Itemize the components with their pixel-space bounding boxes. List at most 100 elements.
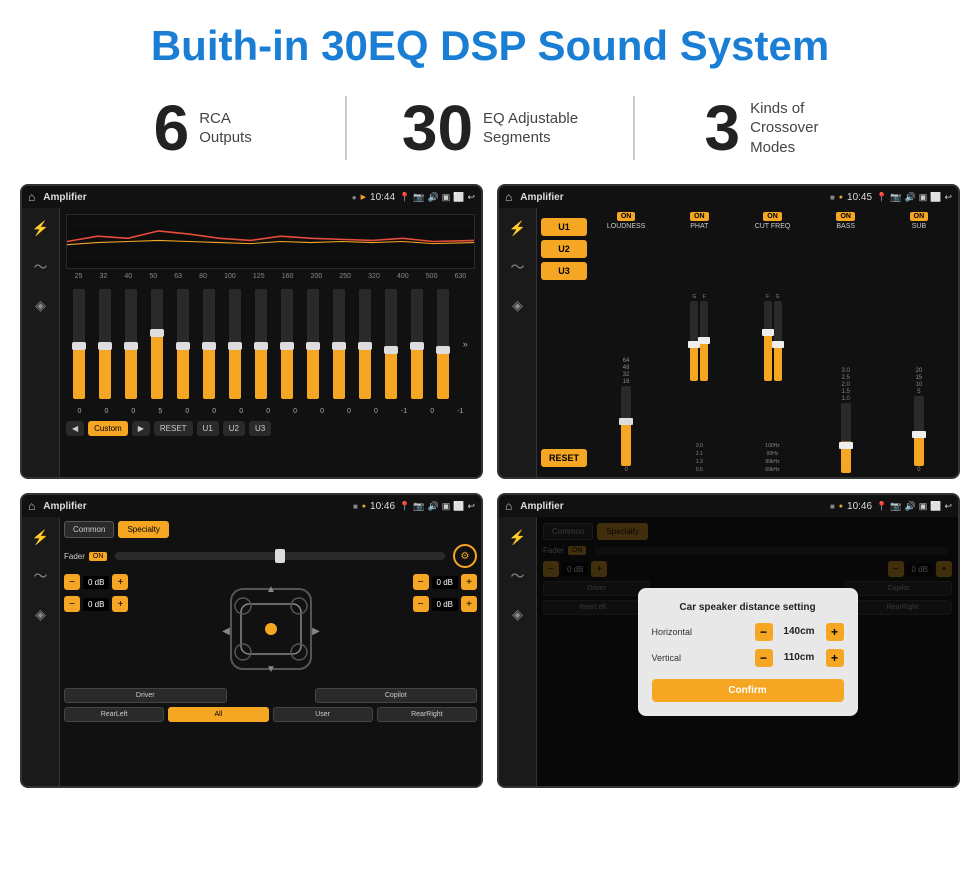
cutfreq-track-f[interactable] <box>764 301 772 381</box>
eq-freq-labels: 253240 506380 100125160 200250320 400500… <box>66 273 475 280</box>
rearright-btn[interactable]: RearRight <box>377 707 477 722</box>
copilot-btn[interactable]: Copilot <box>315 688 478 703</box>
eq-slider-1[interactable] <box>99 289 111 399</box>
db-plus-0[interactable]: + <box>112 574 128 590</box>
expand-icon[interactable]: » <box>463 339 468 349</box>
eq-slider-0[interactable] <box>73 289 85 399</box>
eq-slider-4[interactable] <box>177 289 189 399</box>
cx-speaker-icon[interactable]: ◈ <box>508 293 527 318</box>
eq-u1-btn[interactable]: U1 <box>197 421 219 436</box>
phat-on: ON <box>690 212 709 221</box>
channel-columns: ON LOUDNESS 64 48 32 16 0 <box>591 212 954 473</box>
all-btn[interactable]: All <box>168 707 268 722</box>
eq-slider-13[interactable] <box>411 289 423 399</box>
eq-slider-14[interactable] <box>437 289 449 399</box>
eq-filter-icon[interactable]: ⚡ <box>28 216 53 241</box>
eq-slider-3[interactable] <box>151 289 163 399</box>
rearleft-btn[interactable]: RearLeft <box>64 707 164 722</box>
db-minus-0[interactable]: − <box>64 574 80 590</box>
eq-u2-btn[interactable]: U2 <box>223 421 245 436</box>
eq-slider-6[interactable] <box>229 289 241 399</box>
speaker-tabs: Common Specialty <box>64 521 477 538</box>
eq-dot1: ● <box>352 193 357 202</box>
location-icon: 📍 <box>399 192 410 203</box>
db-value-3: 0 dB <box>432 598 458 611</box>
phat-track-g[interactable] <box>690 301 698 381</box>
db-value-0: 0 dB <box>83 576 109 589</box>
sp-speaker-icon[interactable]: ◈ <box>31 602 50 627</box>
dlg-wave-icon[interactable]: 〜 <box>507 562 529 590</box>
sp-loc-icon: 📍 <box>399 501 410 512</box>
cx-loc-icon: 📍 <box>876 192 887 203</box>
dlg-filter-icon[interactable]: ⚡ <box>505 525 530 550</box>
common-tab[interactable]: Common <box>64 521 114 538</box>
fader-track[interactable] <box>115 552 445 560</box>
eq-slider-11[interactable] <box>359 289 371 399</box>
eq-prev-btn[interactable]: ◀ <box>66 421 84 436</box>
eq-reset-btn[interactable]: RESET <box>154 421 193 436</box>
cx-scr-icon: ▣ <box>919 192 928 203</box>
eq-slider-7[interactable] <box>255 289 267 399</box>
fader-on: ON <box>89 552 108 561</box>
dialog-sidebar: ⚡ 〜 ◈ <box>499 517 537 786</box>
eq-wave-icon[interactable]: 〜 <box>30 253 52 281</box>
stat-label-rca-2: Outputs <box>199 128 252 148</box>
u3-btn[interactable]: U3 <box>541 262 587 280</box>
db-plus-1[interactable]: + <box>112 596 128 612</box>
user-btn[interactable]: User <box>273 707 373 722</box>
eq-values: 000 500 000 000 -10-1 <box>66 408 475 415</box>
u1-btn[interactable]: U1 <box>541 218 587 236</box>
crossover-app-name: Amplifier <box>520 192 826 203</box>
eq-slider-8[interactable] <box>281 289 293 399</box>
eq-speaker-icon[interactable]: ◈ <box>31 293 50 318</box>
cx-reset-btn[interactable]: RESET <box>541 449 587 467</box>
db-minus-2[interactable]: − <box>413 574 429 590</box>
dlg-speaker-icon[interactable]: ◈ <box>508 602 527 627</box>
db-minus-1[interactable]: − <box>64 596 80 612</box>
cx-wave-icon[interactable]: 〜 <box>507 253 529 281</box>
settings-icon[interactable]: ⚙ <box>453 544 477 568</box>
eq-play-btn[interactable]: ▶ <box>132 421 150 436</box>
eq-status-icons: 📍 📷 🔊 ▣ ⬜ ↩ <box>399 192 475 203</box>
dialog-layout: ⚡ 〜 ◈ Common Specialty Fader ON <box>499 517 958 786</box>
loudness-track[interactable] <box>621 386 631 466</box>
db-plus-2[interactable]: + <box>461 574 477 590</box>
speaker-bottom-buttons: Driver Copilot <box>64 688 477 703</box>
vertical-plus[interactable]: + <box>826 649 844 667</box>
specialty-tab[interactable]: Specialty <box>118 521 168 538</box>
bass-track[interactable] <box>841 403 851 473</box>
home-icon: ⌂ <box>28 190 35 204</box>
db-plus-3[interactable]: + <box>461 596 477 612</box>
sp-vol-icon: 🔊 <box>428 501 439 512</box>
dialog-app-name: Amplifier <box>520 501 826 512</box>
eq-play-icon: ▶ <box>361 193 366 201</box>
driver-btn[interactable]: Driver <box>64 688 227 703</box>
confirm-button[interactable]: Confirm <box>652 679 844 702</box>
screens-grid: ⌂ Amplifier ● ▶ 10:44 📍 📷 🔊 ▣ ⬜ ↩ ⚡ 〜 ◈ <box>0 180 980 798</box>
crossover-dot1: ■ <box>830 193 835 202</box>
db-minus-3[interactable]: − <box>413 596 429 612</box>
eq-u3-btn[interactable]: U3 <box>249 421 271 436</box>
dialog-home-icon: ⌂ <box>505 499 512 513</box>
horizontal-minus[interactable]: − <box>755 623 773 641</box>
speaker-bottom-buttons-2: RearLeft All User RearRight <box>64 707 477 722</box>
sp-filter-icon[interactable]: ⚡ <box>28 525 53 550</box>
eq-slider-12[interactable] <box>385 289 397 399</box>
sub-track[interactable] <box>914 396 924 466</box>
vertical-minus[interactable]: − <box>755 649 773 667</box>
eq-custom-btn[interactable]: Custom <box>88 421 128 436</box>
eq-slider-10[interactable] <box>333 289 345 399</box>
eq-main: 253240 506380 100125160 200250320 400500… <box>60 208 481 477</box>
eq-slider-9[interactable] <box>307 289 319 399</box>
horizontal-plus[interactable]: + <box>826 623 844 641</box>
phat-track-f[interactable] <box>700 301 708 381</box>
cutfreq-track-g[interactable] <box>774 301 782 381</box>
cx-filter-icon[interactable]: ⚡ <box>505 216 530 241</box>
crossover-sidebar: ⚡ 〜 ◈ <box>499 208 537 477</box>
u2-btn[interactable]: U2 <box>541 240 587 258</box>
eq-slider-5[interactable] <box>203 289 215 399</box>
dialog-status-icons: 📍 📷 🔊 ▣ ⬜ ↩ <box>876 501 952 512</box>
speaker-app-name: Amplifier <box>43 501 349 512</box>
sp-wave-icon[interactable]: 〜 <box>30 562 52 590</box>
eq-slider-2[interactable] <box>125 289 137 399</box>
